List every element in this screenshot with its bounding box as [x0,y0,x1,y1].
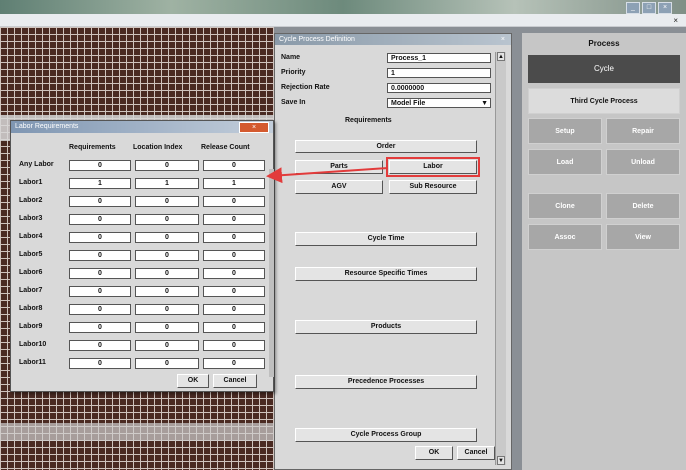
repair-button[interactable]: Repair [606,118,680,144]
clone-button[interactable]: Clone [528,193,602,219]
view-button[interactable]: View [606,224,680,250]
delete-button[interactable]: Delete [606,193,680,219]
third-cycle-process-button[interactable]: Third Cycle Process [528,88,680,114]
unload-button[interactable]: Unload [606,149,680,175]
assoc-button[interactable]: Assoc [528,224,602,250]
panel-title: Process [588,39,620,48]
setup-button[interactable]: Setup [528,118,602,144]
load-button[interactable]: Load [528,149,602,175]
process-side-panel: Process Cycle Third Cycle Process Setup … [522,33,686,470]
cycle-tab[interactable]: Cycle [528,55,680,83]
